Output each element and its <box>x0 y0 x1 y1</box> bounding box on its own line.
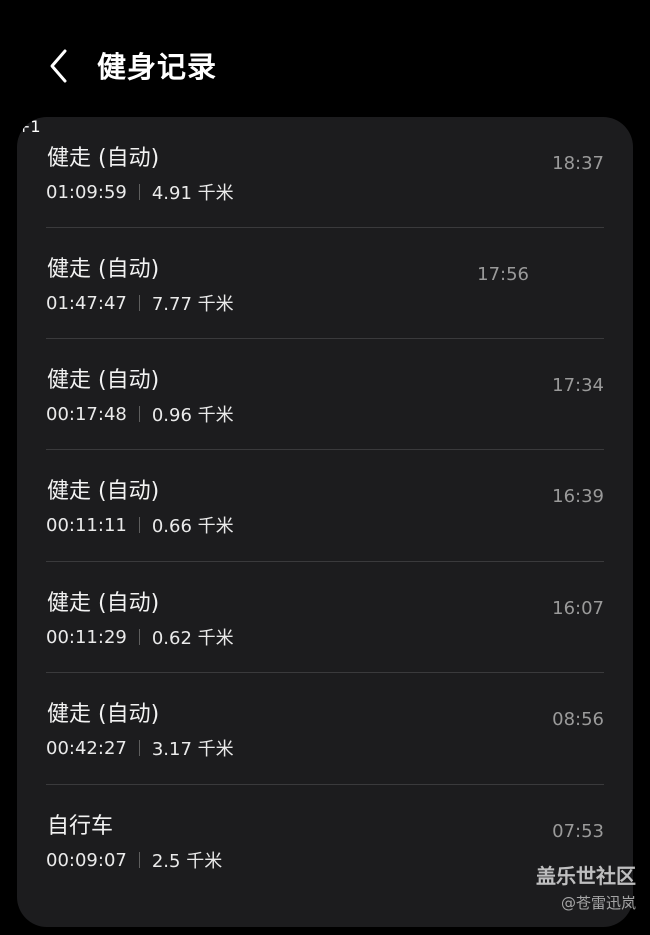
list-item[interactable]: 健走 (自动) 01:47:47 7.77 千米 17:56 <box>17 228 633 339</box>
workout-duration: 00:17:48 <box>46 403 127 425</box>
stat-separator <box>138 740 140 756</box>
workout-duration: 00:09:07 <box>46 849 127 871</box>
workout-duration: 00:42:27 <box>46 737 127 759</box>
workout-distance: 0.66 千米 <box>151 516 234 537</box>
workout-stats: 00:11:11 0.66 千米 <box>46 513 234 538</box>
workout-list: 健走 (自动) 01:09:59 4.91 千米 18:37 健走 (自动) 0… <box>17 117 633 927</box>
watermark: 盖乐世社区 @苍雷迅岚 <box>536 862 636 916</box>
page-title: 健身记录 <box>97 50 218 84</box>
list-item[interactable]: 健走 (自动) 00:42:27 3.17 千米 08:56 <box>17 673 633 784</box>
app-header: 健身记录 <box>0 0 650 117</box>
workout-time: 18:37 <box>552 153 604 174</box>
stat-separator <box>138 184 140 200</box>
workout-distance: 7.77 千米 <box>151 294 234 315</box>
stat-separator <box>138 517 140 533</box>
workout-stats: 01:09:59 4.91 千米 <box>46 180 234 205</box>
workout-name: 健走 (自动) <box>47 591 160 616</box>
workout-stats: 00:42:27 3.17 千米 <box>46 736 234 761</box>
stat-separator <box>138 295 140 311</box>
workout-distance: 2.5 千米 <box>151 851 223 872</box>
list-item[interactable]: 健走 (自动) 00:11:11 0.66 千米 16:39 <box>17 450 633 561</box>
back-button[interactable] <box>36 44 80 88</box>
workout-distance: 0.62 千米 <box>151 628 234 649</box>
workout-stats: 00:17:48 0.96 千米 <box>46 402 234 427</box>
workout-stats: 00:11:29 0.62 千米 <box>46 625 234 650</box>
workout-time: 17:56 <box>477 264 529 285</box>
workout-time: 08:56 <box>552 709 604 730</box>
workout-time: 07:53 <box>552 821 604 842</box>
workout-distance: 3.17 千米 <box>151 739 234 760</box>
workout-time: 16:07 <box>552 598 604 619</box>
workout-duration: 01:47:47 <box>46 292 127 314</box>
workout-distance: 0.96 千米 <box>151 405 234 426</box>
workout-name: 健走 (自动) <box>47 257 160 282</box>
workout-stats: 01:47:47 7.77 千米 <box>46 291 234 316</box>
workout-time: 16:39 <box>552 486 604 507</box>
list-item[interactable]: 健走 (自动) 00:17:48 0.96 千米 17:34 <box>17 339 633 450</box>
workout-name: 自行车 <box>47 814 114 839</box>
list-item[interactable]: 健走 (自动) 00:11:29 0.62 千米 16:07 <box>17 562 633 673</box>
list-item[interactable]: 健走 (自动) 01:09:59 4.91 千米 18:37 <box>17 117 633 228</box>
workout-stats: 00:09:07 2.5 千米 <box>46 848 223 873</box>
watermark-author: @苍雷迅岚 <box>560 894 636 912</box>
workout-name: 健走 (自动) <box>47 368 160 393</box>
workout-name: 健走 (自动) <box>47 146 160 171</box>
workout-duration: 01:09:59 <box>46 181 127 203</box>
workout-name: 健走 (自动) <box>47 702 160 727</box>
stat-separator <box>138 406 140 422</box>
watermark-community: 盖乐世社区 <box>536 864 636 888</box>
workout-name: 健走 (自动) <box>47 479 160 504</box>
workout-duration: 00:11:11 <box>46 514 127 536</box>
chevron-left-icon <box>50 49 67 83</box>
workout-distance: 4.91 千米 <box>151 183 234 204</box>
workout-time: 17:34 <box>552 375 604 396</box>
workout-duration: 00:11:29 <box>46 626 127 648</box>
stat-separator <box>138 629 140 645</box>
stat-separator <box>138 852 140 868</box>
